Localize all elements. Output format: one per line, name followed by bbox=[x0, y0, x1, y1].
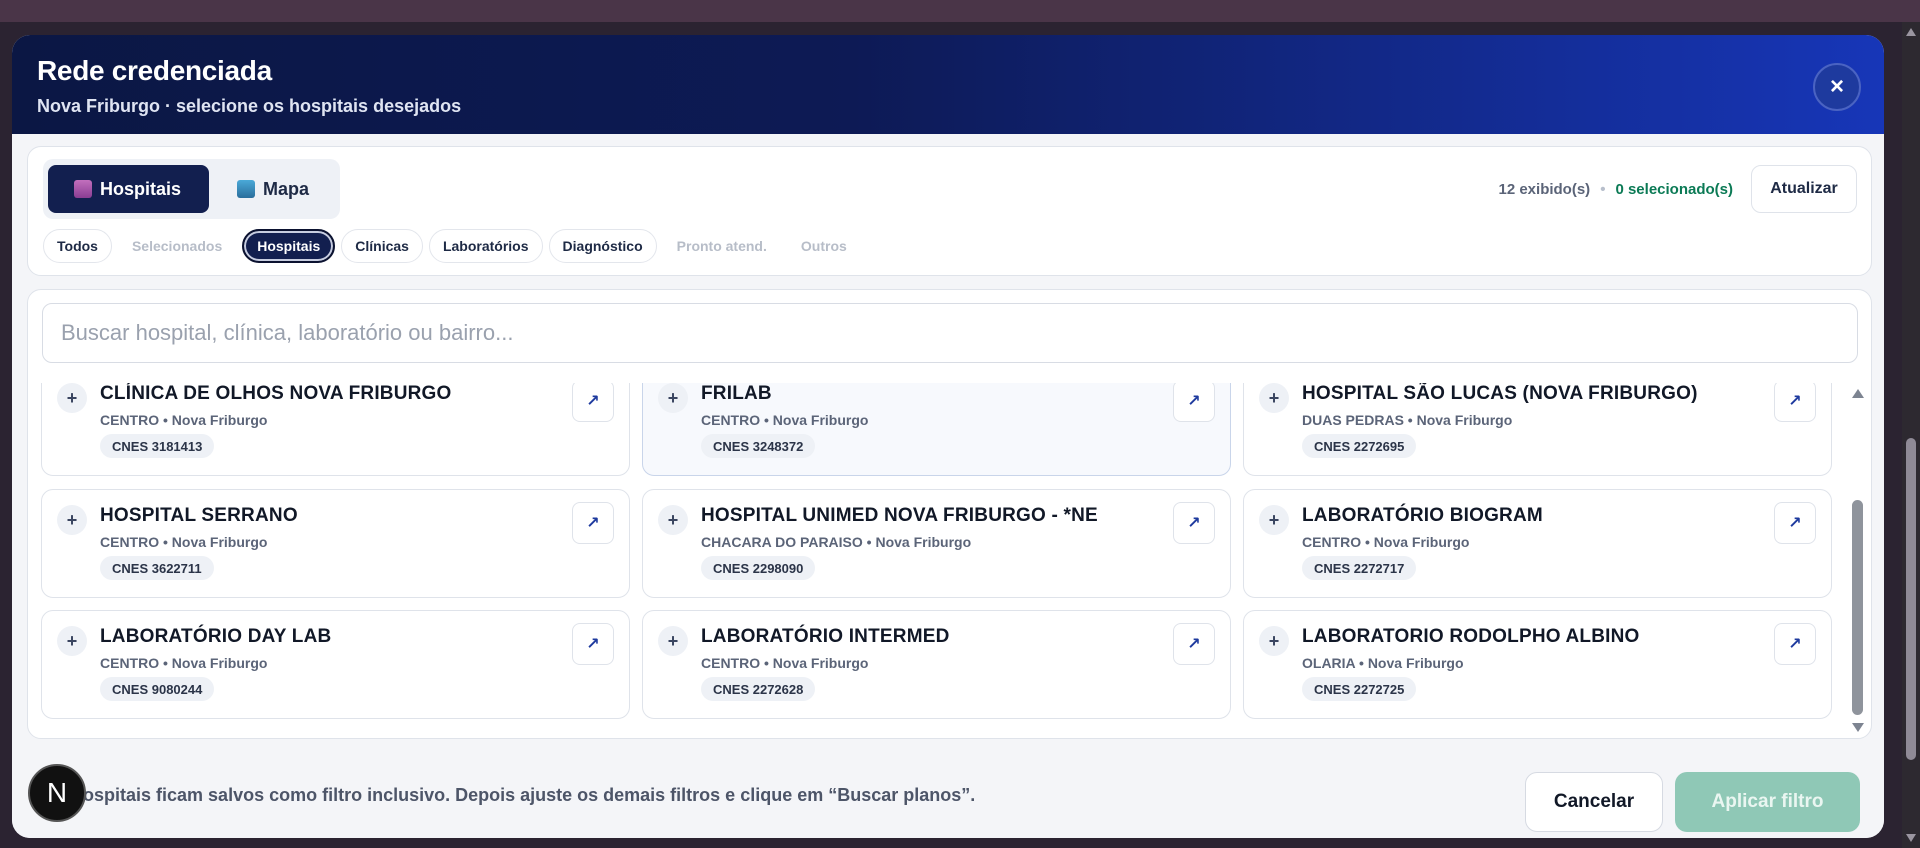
cnes-badge: CNES 2272717 bbox=[1302, 556, 1417, 580]
tab-label: Mapa bbox=[263, 178, 310, 199]
map-icon bbox=[237, 180, 255, 198]
results-scroll-thumb[interactable] bbox=[1852, 500, 1863, 715]
item-location: DUAS PEDRAS • Nova Friburgo bbox=[1302, 412, 1513, 428]
list-item[interactable]: + FRILAB CENTRO • Nova Friburgo CNES 324… bbox=[642, 383, 1231, 476]
add-icon[interactable]: + bbox=[658, 626, 688, 656]
selected-count: 0 selecionado(s) bbox=[1615, 181, 1733, 198]
add-icon[interactable]: + bbox=[658, 505, 688, 535]
item-name: CLÍNICA DE OLHOS NOVA FRIBURGO bbox=[100, 383, 452, 404]
nextjs-devtools-icon[interactable]: N bbox=[28, 764, 86, 822]
open-external-icon[interactable]: ↗ bbox=[572, 623, 614, 665]
add-icon[interactable]: + bbox=[1259, 383, 1289, 413]
open-external-icon[interactable]: ↗ bbox=[1173, 623, 1215, 665]
chip-pronto-atend[interactable]: Pronto atend. bbox=[662, 229, 781, 263]
cnes-badge: CNES 2272628 bbox=[701, 677, 816, 701]
scroll-down-icon[interactable] bbox=[1852, 723, 1864, 732]
results-panel: + CLÍNICA DE OLHOS NOVA FRIBURGO CENTRO … bbox=[27, 289, 1872, 739]
cnes-badge: CNES 3622711 bbox=[100, 556, 214, 580]
open-external-icon[interactable]: ↗ bbox=[572, 383, 614, 422]
chip-diagnostico[interactable]: Diagnóstico bbox=[548, 229, 657, 263]
tab-hospitais[interactable]: Hospitais bbox=[48, 165, 209, 213]
item-name: LABORATORIO RODOLPHO ALBINO bbox=[1302, 626, 1640, 647]
item-name: LABORATÓRIO BIOGRAM bbox=[1302, 505, 1543, 526]
item-location: CENTRO • Nova Friburgo bbox=[100, 655, 268, 671]
add-icon[interactable]: + bbox=[57, 626, 87, 656]
add-icon[interactable]: + bbox=[1259, 505, 1289, 535]
modal-footer: Hospitais ficam salvos como filtro inclu… bbox=[12, 751, 1884, 838]
network-modal: Rede credenciada Nova Friburgo · selecio… bbox=[12, 35, 1884, 838]
add-icon[interactable]: + bbox=[658, 383, 688, 413]
chip-hospitais[interactable]: Hospitais bbox=[242, 229, 336, 263]
modal-title: Rede credenciada bbox=[37, 55, 272, 86]
list-item[interactable]: + LABORATÓRIO BIOGRAM CENTRO • Nova Frib… bbox=[1243, 489, 1832, 598]
shown-count: 12 exibido(s) bbox=[1498, 181, 1591, 198]
add-icon[interactable]: + bbox=[57, 383, 87, 413]
item-name: HOSPITAL UNIMED NOVA FRIBURGO - *NE bbox=[701, 505, 1098, 526]
search-input[interactable] bbox=[42, 303, 1858, 363]
add-icon[interactable]: + bbox=[57, 505, 87, 535]
add-icon[interactable]: + bbox=[1259, 626, 1289, 656]
open-external-icon[interactable]: ↗ bbox=[572, 502, 614, 544]
page-scrollbar[interactable] bbox=[1902, 22, 1920, 848]
item-location: CENTRO • Nova Friburgo bbox=[1302, 534, 1470, 550]
item-location: CENTRO • Nova Friburgo bbox=[701, 412, 869, 428]
list-item[interactable]: + CLÍNICA DE OLHOS NOVA FRIBURGO CENTRO … bbox=[41, 383, 630, 476]
modal-subtitle: Nova Friburgo · selecione os hospitais d… bbox=[37, 96, 462, 116]
list-item[interactable]: + HOSPITAL SERRANO CENTRO • Nova Friburg… bbox=[41, 489, 630, 598]
result-counts: 12 exibido(s) • 0 selecionado(s) bbox=[1498, 181, 1733, 198]
item-name: FRILAB bbox=[701, 383, 772, 404]
item-location: CENTRO • Nova Friburgo bbox=[701, 655, 869, 671]
results-scrollbar[interactable] bbox=[1845, 383, 1871, 738]
scroll-up-icon[interactable] bbox=[1852, 389, 1864, 398]
scroll-up-icon[interactable] bbox=[1906, 28, 1916, 36]
chip-todos[interactable]: Todos bbox=[43, 229, 112, 263]
footer-note: Hospitais ficam salvos como filtro inclu… bbox=[70, 785, 976, 805]
item-location: CENTRO • Nova Friburgo bbox=[100, 412, 268, 428]
open-external-icon[interactable]: ↗ bbox=[1774, 383, 1816, 422]
item-name: LABORATÓRIO INTERMED bbox=[701, 626, 950, 647]
item-name: HOSPITAL SÃO LUCAS (NOVA FRIBURGO) bbox=[1302, 383, 1698, 404]
open-external-icon[interactable]: ↗ bbox=[1774, 623, 1816, 665]
item-name: LABORATÓRIO DAY LAB bbox=[100, 626, 332, 647]
category-chips: Todos Selecionados Hospitais Clínicas La… bbox=[43, 229, 861, 263]
open-external-icon[interactable]: ↗ bbox=[1173, 383, 1215, 422]
cnes-badge: CNES 3248372 bbox=[701, 434, 816, 458]
list-item[interactable]: + HOSPITAL SÃO LUCAS (NOVA FRIBURGO) DUA… bbox=[1243, 383, 1832, 476]
refresh-button[interactable]: Atualizar bbox=[1751, 165, 1857, 213]
open-external-icon[interactable]: ↗ bbox=[1774, 502, 1816, 544]
cnes-badge: CNES 3181413 bbox=[100, 434, 215, 458]
close-button[interactable]: × bbox=[1813, 63, 1861, 111]
cancel-button[interactable]: Cancelar bbox=[1525, 772, 1663, 832]
close-icon: × bbox=[1829, 73, 1844, 100]
scroll-down-icon[interactable] bbox=[1906, 834, 1916, 842]
apply-filter-button[interactable]: Aplicar filtro bbox=[1675, 772, 1860, 832]
tab-mapa[interactable]: Mapa bbox=[215, 165, 335, 213]
filter-panel: Hospitais Mapa 12 exibido(s) • 0 selecio… bbox=[27, 146, 1872, 276]
list-item[interactable]: + LABORATORIO RODOLPHO ALBINO OLARIA • N… bbox=[1243, 610, 1832, 719]
item-location: CENTRO • Nova Friburgo bbox=[100, 534, 268, 550]
hospital-icon bbox=[74, 180, 92, 198]
tab-label: Hospitais bbox=[100, 178, 182, 199]
open-external-icon[interactable]: ↗ bbox=[1173, 502, 1215, 544]
cnes-badge: CNES 2298090 bbox=[701, 556, 816, 580]
list-item[interactable]: + LABORATÓRIO INTERMED CENTRO • Nova Fri… bbox=[642, 610, 1231, 719]
results-grid: + CLÍNICA DE OLHOS NOVA FRIBURGO CENTRO … bbox=[28, 383, 1871, 735]
cnes-badge: CNES 2272695 bbox=[1302, 434, 1417, 458]
count-separator: • bbox=[1600, 181, 1606, 198]
list-item[interactable]: + LABORATÓRIO DAY LAB CENTRO • Nova Frib… bbox=[41, 610, 630, 719]
cnes-badge: CNES 9080244 bbox=[100, 677, 215, 701]
chip-outros[interactable]: Outros bbox=[786, 229, 861, 263]
view-toggle: Hospitais Mapa bbox=[43, 159, 340, 219]
modal-header: Rede credenciada Nova Friburgo · selecio… bbox=[12, 35, 1884, 134]
list-item[interactable]: + HOSPITAL UNIMED NOVA FRIBURGO - *NE CH… bbox=[642, 489, 1231, 598]
chip-clinicas[interactable]: Clínicas bbox=[341, 229, 423, 263]
page-scroll-thumb[interactable] bbox=[1906, 438, 1916, 760]
browser-top-strip bbox=[0, 0, 1920, 22]
chip-laboratorios[interactable]: Laboratórios bbox=[428, 229, 543, 263]
item-location: OLARIA • Nova Friburgo bbox=[1302, 655, 1464, 671]
chip-selecionados[interactable]: Selecionados bbox=[117, 229, 237, 263]
item-location: CHACARA DO PARAISO • Nova Friburgo bbox=[701, 534, 972, 550]
item-name: HOSPITAL SERRANO bbox=[100, 505, 298, 526]
cnes-badge: CNES 2272725 bbox=[1302, 677, 1417, 701]
